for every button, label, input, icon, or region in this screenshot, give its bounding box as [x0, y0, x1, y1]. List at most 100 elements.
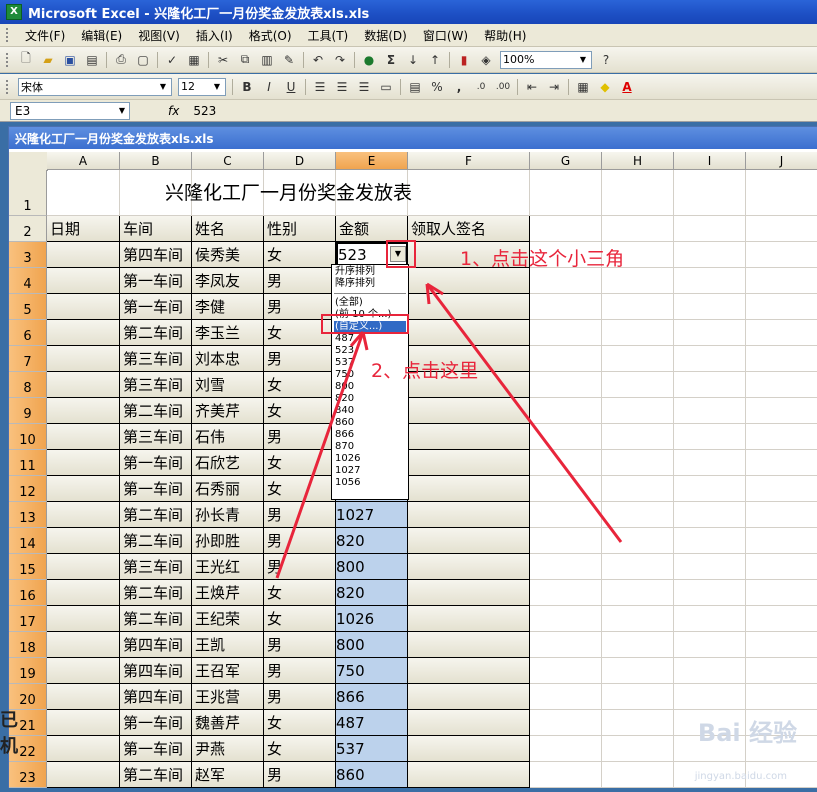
- comma-style-button[interactable]: ,: [450, 78, 468, 96]
- table-cell[interactable]: [47, 398, 120, 424]
- table-cell[interactable]: [408, 762, 530, 788]
- cell[interactable]: [674, 242, 746, 268]
- cell[interactable]: [530, 684, 602, 710]
- cell[interactable]: [674, 528, 746, 554]
- table-cell[interactable]: 魏善芹: [192, 710, 264, 736]
- table-cell[interactable]: 第二车间: [120, 398, 192, 424]
- table-cell[interactable]: [47, 580, 120, 606]
- table-cell[interactable]: [408, 554, 530, 580]
- cell[interactable]: [530, 658, 602, 684]
- underline-button[interactable]: U: [282, 78, 300, 96]
- table-cell[interactable]: 王召军: [192, 658, 264, 684]
- save-icon[interactable]: ▣: [61, 51, 79, 69]
- cell[interactable]: [602, 320, 674, 346]
- new-file-icon[interactable]: 🗋: [17, 51, 35, 69]
- table-cell[interactable]: [408, 502, 530, 528]
- cell[interactable]: [602, 294, 674, 320]
- cell[interactable]: [530, 346, 602, 372]
- cell[interactable]: [746, 554, 817, 580]
- column-header-e[interactable]: E: [336, 152, 408, 170]
- table-cell[interactable]: 女: [264, 736, 336, 762]
- table-cell[interactable]: [408, 476, 530, 502]
- font-color-icon[interactable]: A: [618, 78, 636, 96]
- table-cell[interactable]: 王凯: [192, 632, 264, 658]
- increase-decimal-icon[interactable]: .0: [472, 78, 490, 96]
- row-header-15[interactable]: 15: [9, 554, 47, 580]
- filter-all-item[interactable]: (全部): [334, 297, 406, 309]
- table-cell[interactable]: 王纪荣: [192, 606, 264, 632]
- row-header-14[interactable]: 14: [9, 528, 47, 554]
- cell[interactable]: [530, 632, 602, 658]
- hyperlink-icon[interactable]: ●: [360, 51, 378, 69]
- italic-button[interactable]: I: [260, 78, 278, 96]
- menu-data[interactable]: 数据(D): [356, 27, 415, 44]
- cell[interactable]: [746, 632, 817, 658]
- toolbar-grip[interactable]: [6, 52, 11, 67]
- cell[interactable]: [530, 762, 602, 788]
- row-header-13[interactable]: 13: [9, 502, 47, 528]
- menu-edit[interactable]: 编辑(E): [73, 27, 130, 44]
- table-cell[interactable]: [47, 502, 120, 528]
- table-cell[interactable]: 男: [264, 502, 336, 528]
- table-cell[interactable]: [408, 632, 530, 658]
- table-cell[interactable]: [47, 762, 120, 788]
- increase-indent-icon[interactable]: ⇥: [545, 78, 563, 96]
- table-cell[interactable]: 刘雪: [192, 372, 264, 398]
- print-preview-icon[interactable]: ▢: [134, 51, 152, 69]
- open-folder-icon[interactable]: ▰: [39, 51, 57, 69]
- column-header-i[interactable]: I: [674, 152, 746, 170]
- table-cell[interactable]: [47, 294, 120, 320]
- paste-icon[interactable]: ▥: [258, 51, 276, 69]
- table-cell[interactable]: [408, 398, 530, 424]
- cell[interactable]: [602, 710, 674, 736]
- row-header-20[interactable]: 20: [9, 684, 47, 710]
- table-cell[interactable]: 第四车间: [120, 632, 192, 658]
- cell[interactable]: [602, 554, 674, 580]
- cell[interactable]: [746, 502, 817, 528]
- cell[interactable]: [530, 606, 602, 632]
- amount-cell[interactable]: 866: [336, 684, 408, 710]
- table-cell[interactable]: 男: [264, 684, 336, 710]
- cell[interactable]: [530, 398, 602, 424]
- table-cell[interactable]: 第一车间: [120, 736, 192, 762]
- cell[interactable]: [674, 450, 746, 476]
- column-label[interactable]: 金额: [336, 216, 408, 242]
- amount-cell[interactable]: 1026: [336, 606, 408, 632]
- cell[interactable]: [746, 346, 817, 372]
- table-cell[interactable]: [408, 580, 530, 606]
- table-cell[interactable]: 第二车间: [120, 502, 192, 528]
- print-icon[interactable]: ⎙: [112, 51, 130, 69]
- row-header-8[interactable]: 8: [9, 372, 47, 398]
- undo-icon[interactable]: ↶: [309, 51, 327, 69]
- table-cell[interactable]: 男: [264, 762, 336, 788]
- row-header-17[interactable]: 17: [9, 606, 47, 632]
- cell[interactable]: [602, 580, 674, 606]
- cell[interactable]: [602, 528, 674, 554]
- sort-descending-icon[interactable]: ↑: [426, 51, 444, 69]
- menu-insert[interactable]: 插入(I): [188, 27, 241, 44]
- filter-value-item[interactable]: 840: [334, 405, 406, 417]
- cell[interactable]: [530, 710, 602, 736]
- copy-icon[interactable]: ⧉: [236, 51, 254, 69]
- row-header-7[interactable]: 7: [9, 346, 47, 372]
- cell[interactable]: [602, 736, 674, 762]
- table-cell[interactable]: 第三车间: [120, 554, 192, 580]
- amount-cell[interactable]: 1027: [336, 502, 408, 528]
- column-header-j[interactable]: J: [746, 152, 817, 170]
- table-cell[interactable]: 李健: [192, 294, 264, 320]
- table-cell[interactable]: 男: [264, 632, 336, 658]
- sort-ascending-icon[interactable]: ↓: [404, 51, 422, 69]
- table-cell[interactable]: 侯秀美: [192, 242, 264, 268]
- table-cell[interactable]: [47, 658, 120, 684]
- cell[interactable]: [674, 216, 746, 242]
- cell[interactable]: [602, 372, 674, 398]
- cell[interactable]: [602, 606, 674, 632]
- table-cell[interactable]: [47, 372, 120, 398]
- row-header-12[interactable]: 12: [9, 476, 47, 502]
- column-label[interactable]: 性别: [264, 216, 336, 242]
- table-cell[interactable]: 第四车间: [120, 242, 192, 268]
- decrease-decimal-icon[interactable]: .00: [494, 78, 512, 96]
- cell[interactable]: [602, 632, 674, 658]
- table-cell[interactable]: [408, 320, 530, 346]
- cell[interactable]: [674, 684, 746, 710]
